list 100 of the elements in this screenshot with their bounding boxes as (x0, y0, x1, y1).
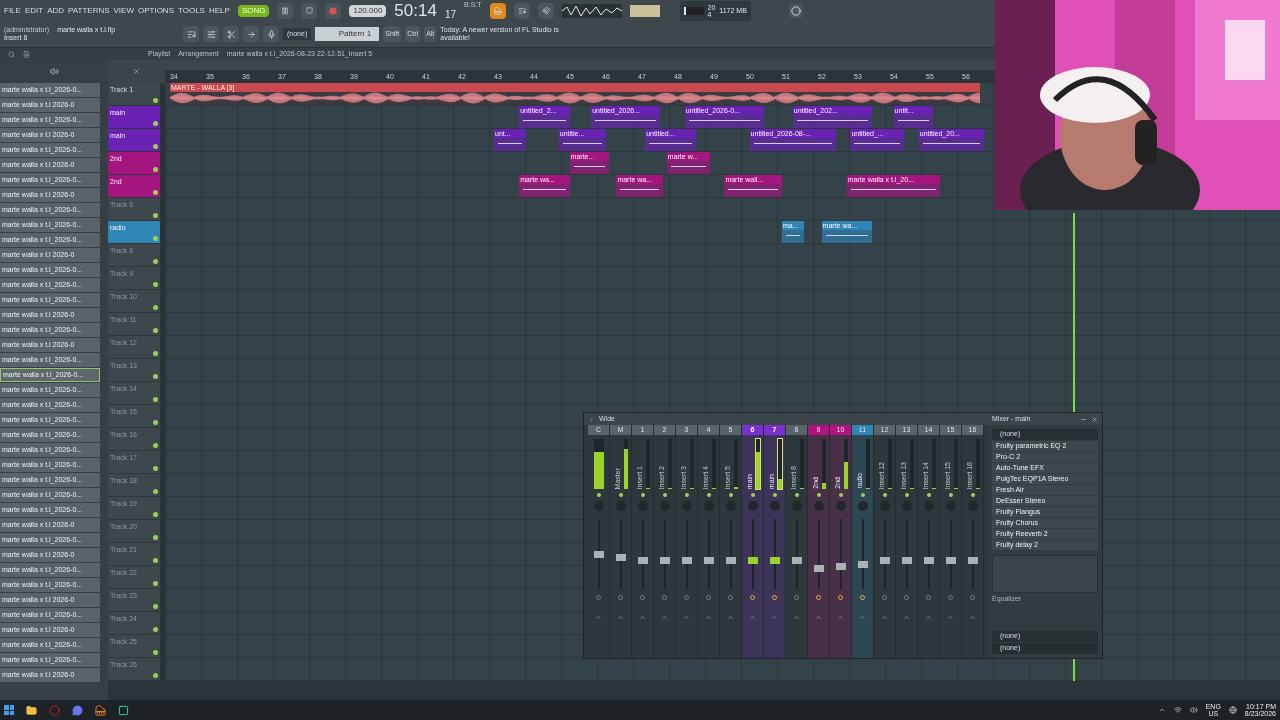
mute-led[interactable] (838, 493, 843, 497)
mute-led[interactable] (153, 581, 158, 586)
pattern-select[interactable]: Pattern 1 (315, 27, 380, 42)
mute-led[interactable] (153, 351, 158, 356)
menu-item[interactable]: ADD (47, 4, 65, 17)
metronome-button[interactable] (489, 2, 506, 19)
fader-handle[interactable] (681, 556, 692, 564)
mute-led[interactable] (970, 493, 975, 497)
mute-led[interactable] (926, 493, 931, 497)
mute-led[interactable] (640, 493, 645, 497)
window-button[interactable] (203, 26, 219, 43)
step-button[interactable] (513, 2, 530, 19)
fader-handle[interactable] (901, 556, 912, 564)
search-icon[interactable] (8, 50, 15, 58)
menu-item[interactable]: PATTERNS (68, 4, 110, 17)
ticks-display: 17 (444, 7, 457, 22)
mute-led[interactable] (153, 190, 158, 195)
mute-led[interactable] (153, 443, 158, 448)
fader-handle[interactable] (835, 563, 846, 571)
mute-led[interactable] (153, 489, 158, 494)
window-button[interactable] (243, 26, 259, 43)
mute-led[interactable] (153, 535, 158, 540)
menu-item[interactable]: HELP (208, 4, 230, 17)
mute-led[interactable] (882, 493, 887, 497)
mute-led[interactable] (153, 512, 158, 517)
mute-led[interactable] (153, 213, 158, 218)
menu-item[interactable]: OPTIONS (137, 4, 174, 17)
fader-handle[interactable] (637, 556, 648, 564)
mute-led[interactable] (684, 493, 689, 497)
chevron-up-icon[interactable] (1157, 706, 1166, 714)
tempo-display[interactable]: 120.000 (349, 4, 387, 17)
mute-led[interactable] (948, 493, 953, 497)
fader-handle[interactable] (791, 556, 802, 564)
mute-led[interactable] (153, 305, 158, 310)
mute-led[interactable] (728, 493, 733, 497)
record-icon (329, 6, 338, 15)
folder-icon[interactable] (26, 704, 37, 716)
wifi-icon[interactable] (1173, 706, 1182, 714)
mute-led[interactable] (153, 282, 158, 287)
menu-item[interactable]: VIEW (113, 4, 134, 17)
stop-button[interactable] (301, 2, 318, 19)
mute-led[interactable] (153, 259, 158, 264)
time-display: 50:14 (394, 2, 437, 20)
mute-led[interactable] (153, 98, 158, 103)
speaker-icon[interactable] (23, 50, 30, 58)
pause-button[interactable] (277, 2, 294, 19)
mute-led[interactable] (794, 493, 799, 497)
mute-led[interactable] (153, 558, 158, 563)
mute-led[interactable] (153, 420, 158, 425)
mute-led[interactable] (153, 604, 158, 609)
fader-handle[interactable] (615, 553, 626, 561)
fader-handle[interactable] (747, 556, 758, 564)
fader-handle[interactable] (725, 556, 736, 564)
volume-icon[interactable] (1189, 706, 1198, 714)
master-level-meter (629, 4, 660, 17)
window-button[interactable] (223, 26, 239, 43)
mute-led[interactable] (153, 673, 158, 678)
mute-led[interactable] (153, 328, 158, 333)
fader-handle[interactable] (593, 550, 604, 558)
mute-led[interactable] (618, 493, 623, 497)
mute-led[interactable] (153, 144, 158, 149)
mute-led[interactable] (904, 493, 909, 497)
mute-led[interactable] (153, 397, 158, 402)
record-button[interactable] (325, 2, 342, 19)
mute-led[interactable] (153, 466, 158, 471)
mute-led[interactable] (772, 493, 777, 497)
mute-led[interactable] (750, 493, 755, 497)
mute-led[interactable] (153, 167, 158, 172)
close-icon[interactable] (1091, 415, 1098, 423)
start-icon[interactable] (4, 705, 14, 715)
mute-led[interactable] (706, 493, 711, 497)
loop-button[interactable] (537, 2, 554, 19)
app-icon[interactable] (118, 704, 129, 716)
fader-handle[interactable] (769, 556, 780, 564)
mute-led[interactable] (596, 493, 601, 497)
window-button[interactable] (263, 26, 279, 43)
menu-icon[interactable] (588, 415, 595, 423)
fader-handle[interactable] (945, 556, 956, 564)
fader-handle[interactable] (967, 556, 978, 564)
mute-led[interactable] (662, 493, 667, 497)
mute-led[interactable] (153, 627, 158, 632)
music-app-icon[interactable] (95, 704, 106, 716)
menu-item[interactable]: EDIT (24, 4, 44, 17)
fader-handle[interactable] (813, 565, 824, 572)
mute-led[interactable] (860, 493, 865, 497)
fader-handle[interactable] (879, 556, 890, 564)
fader-handle[interactable] (923, 556, 934, 564)
menu-item[interactable]: TOOLS (178, 4, 205, 17)
fader-handle[interactable] (703, 556, 714, 564)
mute-led[interactable] (153, 374, 158, 379)
mute-led[interactable] (816, 493, 821, 497)
fader-handle[interactable] (857, 561, 868, 569)
mute-led[interactable] (153, 650, 158, 655)
chat-icon[interactable] (72, 704, 83, 716)
mute-led[interactable] (153, 121, 158, 126)
menu-item[interactable]: FILE (4, 4, 21, 17)
globe-icon[interactable] (1228, 706, 1237, 714)
fader-handle[interactable] (659, 556, 670, 564)
window-button[interactable] (183, 26, 199, 43)
close-icon[interactable] (133, 68, 140, 75)
